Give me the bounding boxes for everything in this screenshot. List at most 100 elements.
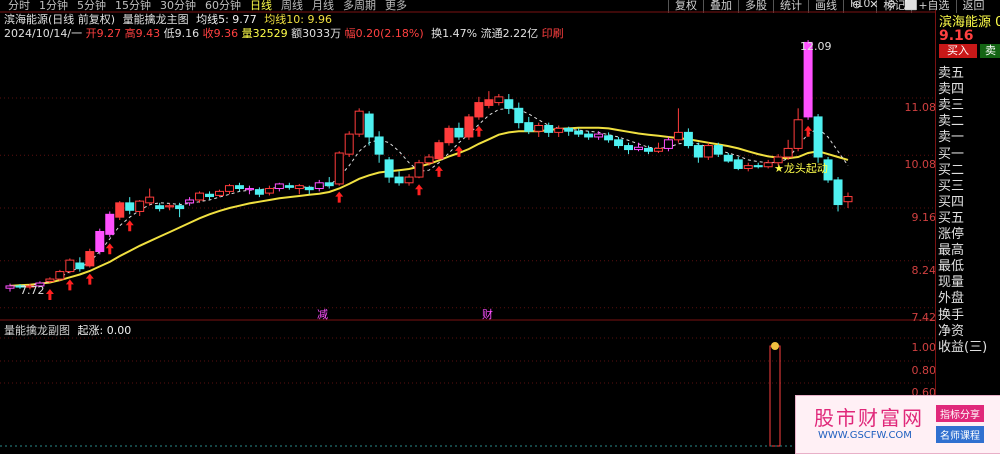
candle-body <box>544 125 554 133</box>
candle-body <box>135 200 145 212</box>
candle-body <box>713 145 723 155</box>
watermark-url: WWW.GSCFW.COM <box>818 430 912 441</box>
candle-body <box>55 271 65 280</box>
site-watermark: 股市财富网 WWW.GSCFW.COM 指标分享 名师课程 <box>795 395 1000 454</box>
candle-body <box>384 159 394 178</box>
candle-body <box>454 127 464 138</box>
candle-body <box>833 179 843 206</box>
candles-group <box>5 40 853 292</box>
candle-body <box>643 147 653 152</box>
panel-label: 买二 <box>938 162 965 178</box>
candle-body <box>663 139 673 149</box>
reduce-marker[interactable]: 减 <box>317 306 328 322</box>
candle-body <box>693 145 703 158</box>
price-tick: 7.42 <box>911 310 937 324</box>
candle-body <box>434 142 444 160</box>
candle-body <box>45 278 55 282</box>
candle-body <box>424 156 434 164</box>
candle-body <box>145 196 155 204</box>
candle-body <box>464 116 474 138</box>
candle-body <box>414 162 424 178</box>
candle-body <box>334 152 344 185</box>
candle-body <box>175 205 185 210</box>
candle-body <box>793 119 803 149</box>
panel-label: 卖四 <box>938 82 965 98</box>
candle-body <box>624 145 634 151</box>
candle-body <box>634 146 643 151</box>
panel-label: 买三 <box>938 178 965 194</box>
candle-body <box>604 135 614 141</box>
finance-marker[interactable]: 财 <box>482 306 493 322</box>
signal-bar <box>769 345 781 447</box>
candle-body <box>354 110 364 135</box>
up-arrow-icon <box>125 220 134 232</box>
candle-body <box>105 213 115 235</box>
sub-axis-tick: 1.00 <box>911 341 937 354</box>
signal-icon <box>771 342 779 350</box>
up-arrow-icon <box>804 125 813 137</box>
up-arrow-icon <box>434 165 443 177</box>
high-price-label: 12.09 <box>800 40 832 53</box>
candle-body <box>753 165 763 168</box>
candle-body <box>594 133 604 138</box>
candle-body <box>304 186 314 191</box>
candle-body <box>554 127 564 133</box>
candle-body <box>494 96 504 104</box>
candle-body <box>75 262 85 270</box>
candle-body <box>234 185 244 190</box>
price-tick: 11.08 <box>904 101 937 114</box>
candle-body <box>254 189 264 195</box>
up-arrow-icon <box>65 279 74 291</box>
candle-body <box>743 165 753 169</box>
low-price-label: 7.72 <box>20 284 45 297</box>
sell-button[interactable]: 卖 <box>980 44 1000 58</box>
panel-label: 卖五 <box>938 66 965 81</box>
candle-body <box>394 176 404 184</box>
candle-body <box>584 133 594 138</box>
candle-body <box>514 107 524 124</box>
up-arrow-icon <box>415 184 424 196</box>
candle-body <box>215 190 224 196</box>
watermark-title: 股市财富网 <box>814 406 924 430</box>
up-arrow-icon <box>474 125 483 137</box>
price-tick: 10.08 <box>904 158 937 172</box>
kline-chart[interactable] <box>0 10 935 452</box>
ma-short-series <box>9 107 849 287</box>
price-tick: 8.24 <box>911 263 937 277</box>
candle-body <box>364 113 374 138</box>
candle-body <box>274 183 284 190</box>
up-arrow-icon <box>335 191 344 203</box>
panel-label: 涨停 <box>938 227 965 242</box>
candle-body <box>115 202 125 218</box>
candle-body <box>264 188 274 194</box>
panel-label: 买五 <box>938 210 965 226</box>
panel-label: 买四 <box>938 194 965 210</box>
candle-body <box>683 131 693 147</box>
panel-label: 换手 <box>938 307 965 323</box>
panel-label: 现量 <box>938 275 965 291</box>
sub-chart-title[interactable]: 量能擒龙副图 <box>4 324 70 337</box>
candle-body <box>165 205 175 208</box>
sub-chart-header: 量能擒龙副图 起涨: 0.00 <box>4 322 131 338</box>
panel-label: 最高 <box>938 243 965 259</box>
panel-label: 外盘 <box>938 291 965 307</box>
candle-body <box>813 116 823 158</box>
panel-label: 最低 <box>938 259 965 275</box>
candle-body <box>703 145 713 158</box>
buy-button[interactable]: 买入 <box>939 44 977 58</box>
candle-body <box>783 147 793 158</box>
top-toolbar: 分时 1分钟 5分钟 15分钟 30分钟 60分钟 日线 周线 月线 多周期 更多 复权 叠加 多股 统计… <box>0 0 1000 13</box>
panel-label: 净资 <box>938 323 965 339</box>
up-arrow-icon <box>45 289 54 301</box>
candle-body <box>574 130 584 135</box>
candle-body <box>65 259 75 273</box>
candle-body <box>484 99 494 106</box>
candle-body <box>284 185 294 188</box>
sub-axis-tick: 0.80 <box>911 364 937 377</box>
candle-body <box>444 127 454 144</box>
candle-body <box>5 285 15 289</box>
candle-body <box>524 122 534 132</box>
price-tick: 9.16 <box>911 211 937 224</box>
candle-body <box>564 127 574 132</box>
candle-body <box>374 136 384 155</box>
